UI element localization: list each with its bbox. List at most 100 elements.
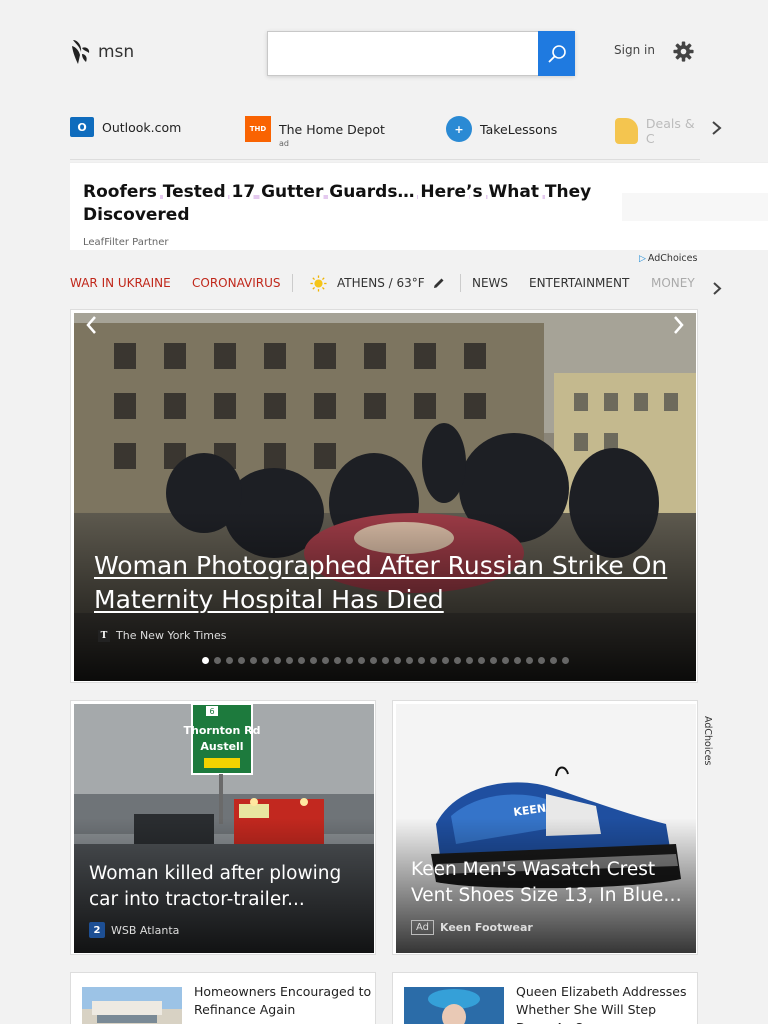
nav-divider (292, 274, 293, 292)
carousel-dot[interactable] (405, 657, 413, 664)
carousel-dot[interactable] (345, 657, 353, 664)
nav-war-in-ukraine[interactable]: WAR IN UKRAINE (70, 276, 171, 290)
carousel-next-icon[interactable] (671, 313, 687, 337)
carousel-dot[interactable] (561, 657, 569, 664)
search-button[interactable] (538, 31, 575, 76)
sun-weather-icon (310, 275, 327, 292)
search-icon (547, 44, 566, 63)
carousel-dot[interactable] (465, 657, 473, 664)
quicklink-label: The Home Depot (279, 121, 385, 137)
carousel-dot[interactable] (429, 657, 437, 664)
card-thumbnail[interactable] (82, 987, 182, 1024)
carousel-dot[interactable] (513, 657, 521, 664)
carousel-dot[interactable] (261, 657, 269, 664)
adchoices-side-label: AdChoices (702, 716, 713, 766)
hero-headline[interactable]: Woman Photographed After Russian Strike … (94, 549, 684, 617)
wsb-logo-icon: 2 (89, 922, 105, 938)
carousel-prev-icon[interactable] (83, 313, 99, 337)
carousel-dot[interactable] (201, 657, 209, 664)
ad-cta-area[interactable] (622, 193, 768, 221)
hero-source-label: The New York Times (116, 629, 227, 642)
carousel-dot[interactable] (525, 657, 533, 664)
card-source-label: WSB Atlanta (111, 923, 180, 937)
home-depot-icon: THD (245, 116, 271, 142)
carousel-dot[interactable] (489, 657, 497, 664)
carousel-dot[interactable] (549, 657, 557, 664)
quicklink-label: Deals & C (645, 116, 695, 146)
carousel-dot[interactable] (333, 657, 341, 664)
ad-badge: Ad (411, 920, 435, 935)
card-image[interactable]: KEEN Keen Men's Wasatch Crest Vent Shoes… (396, 704, 696, 953)
takelessons-icon: + (446, 116, 472, 142)
nav-divider (460, 274, 461, 292)
ad-title[interactable]: Roofers Tested 17 Gutter Guards… Here’s … (83, 181, 603, 227)
carousel-dot[interactable] (237, 657, 245, 664)
deals-tag-icon (615, 118, 638, 144)
hero-source: T The New York Times (98, 629, 226, 642)
carousel-dot[interactable] (537, 657, 545, 664)
nav-weather[interactable]: ATHENS / 63°F (337, 276, 425, 290)
adchoices-icon: ▷ (639, 253, 646, 264)
carousel-dot[interactable] (273, 657, 281, 664)
adchoices-link[interactable]: ▷ AdChoices (639, 253, 697, 264)
ad-banner[interactable]: Roofers Tested 17 Gutter Guards… Here’s … (70, 162, 768, 250)
nav-money[interactable]: MONEY (651, 276, 695, 290)
carousel-dot[interactable] (441, 657, 449, 664)
sign-in-link[interactable]: Sign in (614, 43, 655, 57)
gear-icon[interactable] (673, 41, 694, 62)
quicklink-home-depot[interactable]: THD The Home Depot ad (245, 116, 385, 148)
msn-logo[interactable]: msn (70, 38, 134, 66)
quicklink-outlook[interactable]: O Outlook.com (70, 117, 181, 137)
card-source: Ad Keen Footwear (411, 920, 533, 935)
quicklinks-bar: O Outlook.com THD The Home Depot ad + Ta… (70, 114, 700, 160)
carousel-dot[interactable] (501, 657, 509, 664)
sign-line-2: Austell (200, 740, 243, 753)
card-source: 2 WSB Atlanta (89, 922, 179, 938)
pencil-edit-icon[interactable] (433, 277, 445, 289)
ad-marker: ad (279, 139, 289, 148)
carousel-dot[interactable] (321, 657, 329, 664)
card-title[interactable]: Homeowners Encouraged to Refinance Again (194, 983, 372, 1019)
adchoices-side-link[interactable]: AdChoices (700, 708, 714, 770)
carousel-dot[interactable] (309, 657, 317, 664)
adchoices-label: AdChoices (647, 253, 698, 264)
hero-carousel[interactable]: Woman Photographed After Russian Strike … (70, 309, 698, 683)
card-image[interactable]: 6 Thornton Rd Austell Woman killed after… (74, 704, 374, 953)
chevron-right-icon[interactable] (710, 120, 724, 136)
card-title[interactable]: Queen Elizabeth Addresses Whether She Wi… (516, 983, 694, 1024)
chevron-right-icon[interactable] (711, 281, 723, 296)
carousel-dot[interactable] (225, 657, 233, 664)
ad-card[interactable]: KEEN Keen Men's Wasatch Crest Vent Shoes… (392, 700, 698, 955)
nav-entertainment[interactable]: ENTERTAINMENT (529, 276, 629, 290)
nav-coronavirus[interactable]: CORONAVIRUS (192, 276, 281, 290)
carousel-dot[interactable] (393, 657, 401, 664)
carousel-dot[interactable] (369, 657, 377, 664)
news-list-card[interactable]: Homeowners Encouraged to Refinance Again (70, 972, 376, 1024)
ad-source: LeafFilter Partner (83, 237, 169, 248)
nav-news[interactable]: NEWS (472, 276, 508, 290)
search-input[interactable] (268, 32, 538, 75)
sign-number: 6 (209, 707, 214, 716)
carousel-dots (74, 657, 696, 664)
quicklink-label: Outlook.com (102, 119, 182, 135)
news-card[interactable]: 6 Thornton Rd Austell Woman killed after… (70, 700, 376, 955)
carousel-dot[interactable] (297, 657, 305, 664)
msn-butterfly-icon (72, 40, 90, 64)
carousel-dot[interactable] (477, 657, 485, 664)
carousel-dot[interactable] (381, 657, 389, 664)
carousel-dot[interactable] (417, 657, 425, 664)
carousel-dot[interactable] (357, 657, 365, 664)
quicklink-takelessons[interactable]: + TakeLessons (446, 116, 557, 142)
card-title[interactable]: Woman killed after plowing car into trac… (89, 861, 369, 913)
news-list-card[interactable]: Queen Elizabeth Addresses Whether She Wi… (392, 972, 698, 1024)
carousel-dot[interactable] (285, 657, 293, 664)
carousel-dot[interactable] (249, 657, 257, 664)
carousel-dot[interactable] (213, 657, 221, 664)
logo-text: msn (98, 42, 135, 62)
card-thumbnail[interactable] (404, 987, 504, 1024)
card-title[interactable]: Keen Men's Wasatch Crest Vent Shoes Size… (411, 857, 691, 909)
carousel-dot[interactable] (453, 657, 461, 664)
hero-image[interactable]: Woman Photographed After Russian Strike … (74, 313, 696, 681)
card-source-label: Keen Footwear (440, 921, 533, 934)
quicklink-deals[interactable]: Deals & C (615, 116, 700, 146)
